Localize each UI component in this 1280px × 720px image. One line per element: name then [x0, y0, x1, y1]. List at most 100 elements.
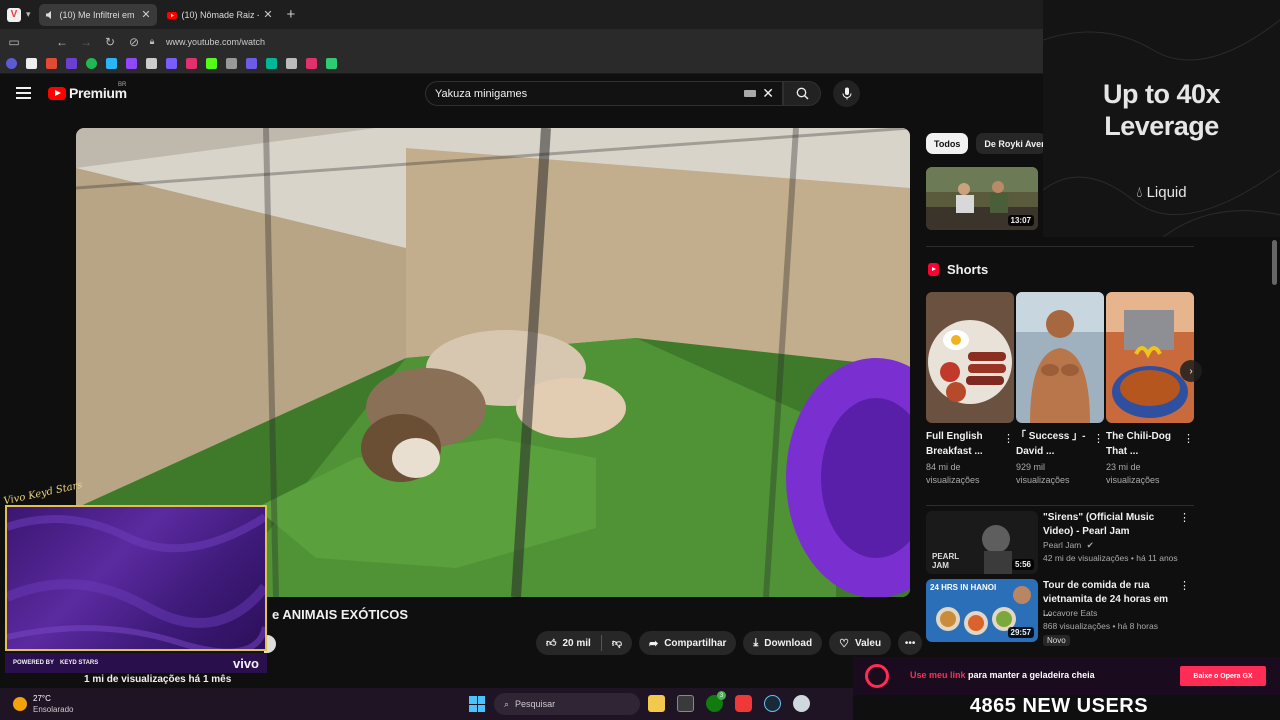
- keyd-stars-signature-logo: Vivo Keyd Stars: [2, 479, 84, 508]
- like-dislike-group: 👍︎ 20 mil 👎︎: [536, 631, 632, 655]
- short-thumbnail[interactable]: [926, 292, 1014, 423]
- vivaldi-logo-icon[interactable]: V: [7, 7, 21, 22]
- search-input[interactable]: Yakuza minigames ✕: [425, 81, 783, 106]
- notification-badge: 3: [717, 691, 726, 700]
- weather-temperature[interactable]: 27°C: [33, 694, 51, 703]
- instagram-bookmark-icon[interactable]: [306, 58, 317, 69]
- shield-icon[interactable]: ⊘: [126, 34, 142, 50]
- back-arrow-icon[interactable]: ←: [54, 34, 70, 50]
- liquid-ad[interactable]: Up to 40x Leverage 💧︎ Liquid: [1043, 0, 1280, 237]
- bookmark-icon[interactable]: [266, 58, 277, 69]
- short-item[interactable]: The Chili-Dog That ... 23 mi de visualiz…: [1106, 292, 1194, 487]
- app-icon[interactable]: [793, 695, 810, 712]
- bookmark-icon[interactable]: [326, 58, 337, 69]
- more-vertical-icon[interactable]: ⋮: [1179, 579, 1190, 592]
- twitch-bookmark-icon[interactable]: [126, 58, 137, 69]
- channel-name[interactable]: Locavore Eats: [1043, 608, 1097, 618]
- short-thumbnail[interactable]: [1106, 292, 1194, 423]
- short-title[interactable]: The Chili-Dog That ...: [1106, 429, 1176, 459]
- bookmark-icon[interactable]: [286, 58, 297, 69]
- more-vertical-icon[interactable]: ⋮: [1003, 432, 1014, 445]
- recommendation-item[interactable]: PEARL JAM 5:56 "Sirens" (Official Music …: [926, 511, 1194, 575]
- download-button[interactable]: ⤓ Download: [743, 631, 823, 655]
- channel-name-text: Pearl Jam: [1043, 540, 1082, 550]
- clear-search-icon[interactable]: ✕: [762, 85, 774, 102]
- chip-all[interactable]: Todos: [926, 133, 969, 154]
- page-scrollbar[interactable]: [1272, 240, 1277, 285]
- keyd-stars-logo: KEYD STARS: [60, 660, 99, 666]
- opera-logo-icon: [865, 664, 889, 688]
- short-item[interactable]: Full English Breakfast ... 84 mi de visu…: [926, 292, 1014, 487]
- spotify-bookmark-icon[interactable]: [86, 58, 97, 69]
- voice-search-button[interactable]: [833, 80, 860, 107]
- tab-nomade-raiz[interactable]: (10) Nômade Raiz - Yo ✕: [161, 4, 279, 26]
- keyboard-icon[interactable]: [744, 90, 756, 97]
- ad-headline-line1: Up to 40x: [1102, 79, 1221, 109]
- video-thumbnail[interactable]: 13:07: [926, 167, 1038, 230]
- chip-from-channel[interactable]: De Royki Aventuras: [976, 133, 1047, 154]
- download-icon: ⤓: [753, 636, 759, 649]
- bookmark-icon[interactable]: [166, 58, 177, 69]
- forward-arrow-icon[interactable]: →: [78, 34, 94, 50]
- short-title[interactable]: Full English Breakfast ...: [926, 429, 996, 459]
- webcam-pattern: [5, 513, 269, 655]
- short-thumbnail[interactable]: [1016, 292, 1104, 423]
- new-tab-plus-icon[interactable]: +: [287, 6, 296, 23]
- recommendation-title[interactable]: "Sirens" (Official Music Video) - Pearl …: [1043, 511, 1175, 539]
- bookmark-icon[interactable]: [246, 58, 257, 69]
- recommendation-thumbnail[interactable]: PEARL JAM 5:56: [926, 511, 1038, 574]
- bookmarks-bar: [0, 54, 1043, 74]
- more-actions-button[interactable]: •••: [898, 631, 923, 655]
- close-icon[interactable]: ✕: [263, 8, 272, 21]
- recommendation-item[interactable]: 24 HRS IN HANOI 29:57 Tour de comida de …: [926, 579, 1194, 646]
- terminal-icon[interactable]: [677, 695, 694, 712]
- kick-bookmark-icon[interactable]: [206, 58, 217, 69]
- bookmark-icon[interactable]: [226, 58, 237, 69]
- close-icon[interactable]: ✕: [141, 8, 150, 21]
- droplet-icon: 💧︎: [1136, 184, 1143, 201]
- short-item[interactable]: 「 Success 」- David ... 929 mil visualiza…: [1016, 292, 1104, 487]
- taskbar-search[interactable]: ⌕ Pesquisar: [494, 693, 640, 715]
- thanks-button[interactable]: ♡ Valeu: [829, 631, 892, 655]
- youtube-logo[interactable]: Premium BR: [48, 82, 127, 101]
- more-vertical-icon[interactable]: ⋮: [1183, 432, 1194, 445]
- more-vertical-icon[interactable]: ⋮: [1093, 432, 1104, 445]
- chevron-down-icon[interactable]: ▾: [26, 9, 31, 20]
- vivaldi-taskbar-icon[interactable]: [735, 695, 752, 712]
- menu-icon[interactable]: [16, 87, 31, 99]
- bookmark-icon[interactable]: [146, 58, 157, 69]
- short-title[interactable]: 「 Success 」- David ...: [1016, 429, 1086, 459]
- tab-title: (10) Me Infiltrei em um: [59, 9, 138, 20]
- like-button[interactable]: 👍︎ 20 mil: [536, 631, 601, 655]
- file-explorer-icon[interactable]: [648, 695, 665, 712]
- url-field[interactable]: www.youtube.com/watch: [166, 37, 265, 47]
- reload-icon[interactable]: ↻: [102, 34, 118, 50]
- instagram-bookmark-icon[interactable]: [186, 58, 197, 69]
- search-button[interactable]: [783, 81, 821, 106]
- recommendation-thumbnail[interactable]: 24 HRS IN HANOI 29:57: [926, 579, 1038, 642]
- sun-icon[interactable]: [13, 697, 27, 711]
- opera-text-rest: para manter a geladeira cheia: [965, 670, 1095, 680]
- windows-start-icon[interactable]: [469, 696, 485, 712]
- x-bookmark-icon[interactable]: [26, 58, 37, 69]
- shorts-next-button[interactable]: ›: [1180, 360, 1202, 382]
- bookmark-icon[interactable]: [66, 58, 77, 69]
- short-views: 23 mi de visualizações: [1106, 462, 1160, 485]
- weather-description[interactable]: Ensolarado: [33, 705, 73, 714]
- steam-icon[interactable]: [764, 695, 781, 712]
- shorts-title: Shorts: [947, 262, 989, 277]
- bookmark-icon[interactable]: [6, 58, 17, 69]
- share-button[interactable]: ➦ Compartilhar: [638, 631, 737, 655]
- tab-me-infiltrei[interactable]: (10) Me Infiltrei em um ✕: [38, 3, 157, 26]
- dislike-button[interactable]: 👎︎: [602, 631, 632, 655]
- thanks-label: Valeu: [854, 637, 882, 649]
- duration-badge: 29:57: [1007, 627, 1034, 638]
- speaker-icon[interactable]: [45, 10, 55, 20]
- shorts-icon: [928, 263, 939, 276]
- channel-name[interactable]: Pearl Jam ✔: [1043, 540, 1094, 551]
- panel-toggle-icon[interactable]: ▭: [6, 34, 22, 50]
- bookmark-icon[interactable]: [46, 58, 57, 69]
- bookmark-icon[interactable]: [106, 58, 117, 69]
- more-vertical-icon[interactable]: ⋮: [1179, 511, 1190, 524]
- like-count: 20 mil: [562, 637, 591, 649]
